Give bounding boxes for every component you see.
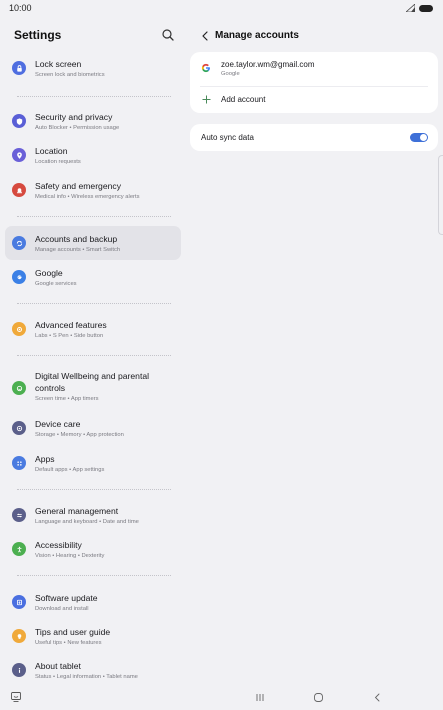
account-email: zoe.taylor.wm@gmail.com (221, 60, 315, 69)
menu-item-title: Digital Wellbeing and parental (35, 371, 150, 381)
update-icon (12, 595, 26, 609)
settings-item-location[interactable]: Location Location requests (5, 141, 181, 169)
lock-icon (12, 61, 26, 75)
signal-icon (406, 4, 415, 12)
menu-item-subtitle: Labs • S Pen • Side button (35, 333, 104, 339)
menu-item-subtitle: Location requests (35, 159, 81, 165)
menu-item-title: Security and privacy (35, 112, 113, 122)
account-row[interactable]: zoe.taylor.wm@gmail.com Google (190, 52, 438, 86)
divider (200, 86, 428, 87)
account-provider: Google (221, 71, 240, 77)
menu-item-title: Device care (35, 419, 81, 429)
auto-sync-card[interactable]: Auto sync data (190, 124, 438, 151)
settings-item-about-tablet[interactable]: About tablet Status • Legal information … (5, 656, 181, 684)
menu-item-title: Lock screen (35, 59, 82, 69)
settings-item-lock-screen[interactable]: Lock screen Screen lock and biometrics (5, 54, 181, 82)
menu-item-title: Google (35, 268, 63, 278)
location-pin-icon (12, 148, 26, 162)
search-icon[interactable] (160, 27, 176, 43)
device-care-icon (12, 421, 26, 435)
menu-item-title-line2: controls (35, 383, 66, 393)
nav-back-icon[interactable] (372, 692, 382, 703)
google-logo-icon (201, 63, 210, 73)
menu-item-subtitle: Download and install (35, 606, 89, 612)
menu-item-title: Advanced features (35, 320, 107, 330)
recents-icon[interactable] (255, 693, 265, 702)
star-gear-icon (12, 322, 26, 336)
status-icons (406, 4, 433, 12)
navigation-bar (0, 686, 443, 710)
menu-item-subtitle: Useful tips • New features (35, 640, 102, 646)
page-title: Manage accounts (215, 30, 299, 41)
wellbeing-icon (12, 381, 26, 395)
settings-item-google[interactable]: Google Google services (5, 263, 181, 291)
menu-item-subtitle: Screen lock and biometrics (35, 72, 105, 78)
add-account-label: Add account (221, 95, 266, 104)
menu-item-title: Tips and user guide (35, 627, 111, 637)
menu-item-title: About tablet (35, 661, 81, 671)
lightbulb-icon (12, 629, 26, 643)
menu-item-subtitle: Status • Legal information • Tablet name (35, 674, 138, 680)
sliders-icon (12, 508, 26, 522)
plus-icon (202, 95, 211, 104)
settings-item-device-care[interactable]: Device care Storage • Memory • App prote… (5, 414, 181, 442)
menu-item-subtitle: Storage • Memory • App protection (35, 432, 124, 438)
add-account-button[interactable]: Add account (190, 89, 438, 111)
divider (17, 575, 171, 576)
menu-item-title: Apps (35, 454, 55, 464)
settings-title: Settings (14, 28, 62, 42)
settings-item-tips-user-guide[interactable]: Tips and user guide Useful tips • New fe… (5, 622, 181, 650)
home-icon[interactable] (313, 692, 324, 703)
battery-icon (419, 4, 433, 12)
auto-sync-label: Auto sync data (201, 133, 254, 142)
menu-item-title: Software update (35, 593, 98, 603)
back-arrow-icon[interactable] (199, 29, 211, 43)
settings-item-advanced-features[interactable]: Advanced features Labs • S Pen • Side bu… (5, 315, 181, 343)
menu-item-title: Accessibility (35, 540, 82, 550)
status-time: 10:00 (9, 3, 32, 13)
menu-item-subtitle: Vision • Hearing • Dexterity (35, 553, 105, 559)
divider (17, 355, 171, 356)
settings-panel: Settings Lock screen Screen lock and bio… (0, 18, 190, 686)
settings-item-security-privacy[interactable]: Security and privacy Auto Blocker • Perm… (5, 107, 181, 135)
menu-item-title: Location (35, 146, 68, 156)
menu-item-subtitle: Default apps • App settings (35, 467, 105, 473)
divider (17, 489, 171, 490)
settings-item-apps[interactable]: Apps Default apps • App settings (5, 449, 181, 477)
alert-bell-icon (12, 183, 26, 197)
scroll-handle[interactable] (438, 155, 443, 235)
divider (17, 303, 171, 304)
auto-sync-toggle[interactable] (410, 133, 428, 142)
menu-item-subtitle: Auto Blocker • Permission usage (35, 125, 120, 131)
apps-grid-icon (12, 456, 26, 470)
info-icon (12, 663, 26, 677)
toggle-knob (420, 134, 427, 141)
menu-item-subtitle: Manage accounts • Smart Switch (35, 247, 121, 253)
settings-item-accessibility[interactable]: Accessibility Vision • Hearing • Dexteri… (5, 535, 181, 563)
menu-item-title: Safety and emergency (35, 181, 121, 191)
settings-item-accounts-backup[interactable]: Accounts and backup Manage accounts • Sm… (5, 226, 181, 260)
menu-item-title: General management (35, 506, 119, 516)
settings-item-digital-wellbeing[interactable]: Digital Wellbeing and parental controls … (5, 368, 181, 408)
menu-item-subtitle: Google services (35, 281, 77, 287)
divider (17, 96, 171, 97)
sync-icon (12, 236, 26, 250)
menu-item-title: Accounts and backup (35, 234, 118, 244)
menu-item-subtitle: Screen time • App timers (35, 396, 99, 402)
settings-item-general-management[interactable]: General management Language and keyboard… (5, 501, 181, 529)
menu-item-subtitle: Medical info • Wireless emergency alerts (35, 194, 140, 200)
shield-icon (12, 114, 26, 128)
accessibility-icon (12, 542, 26, 556)
divider (17, 216, 171, 217)
settings-item-safety-emergency[interactable]: Safety and emergency Medical info • Wire… (5, 176, 181, 204)
settings-item-software-update[interactable]: Software update Download and install (5, 588, 181, 616)
status-bar: 10:00 (0, 0, 443, 18)
accounts-card: zoe.taylor.wm@gmail.com Google Add accou… (190, 52, 438, 113)
keyboard-tablet-icon[interactable] (10, 691, 22, 703)
menu-item-subtitle: Language and keyboard • Date and time (35, 519, 139, 525)
google-icon (12, 270, 26, 284)
